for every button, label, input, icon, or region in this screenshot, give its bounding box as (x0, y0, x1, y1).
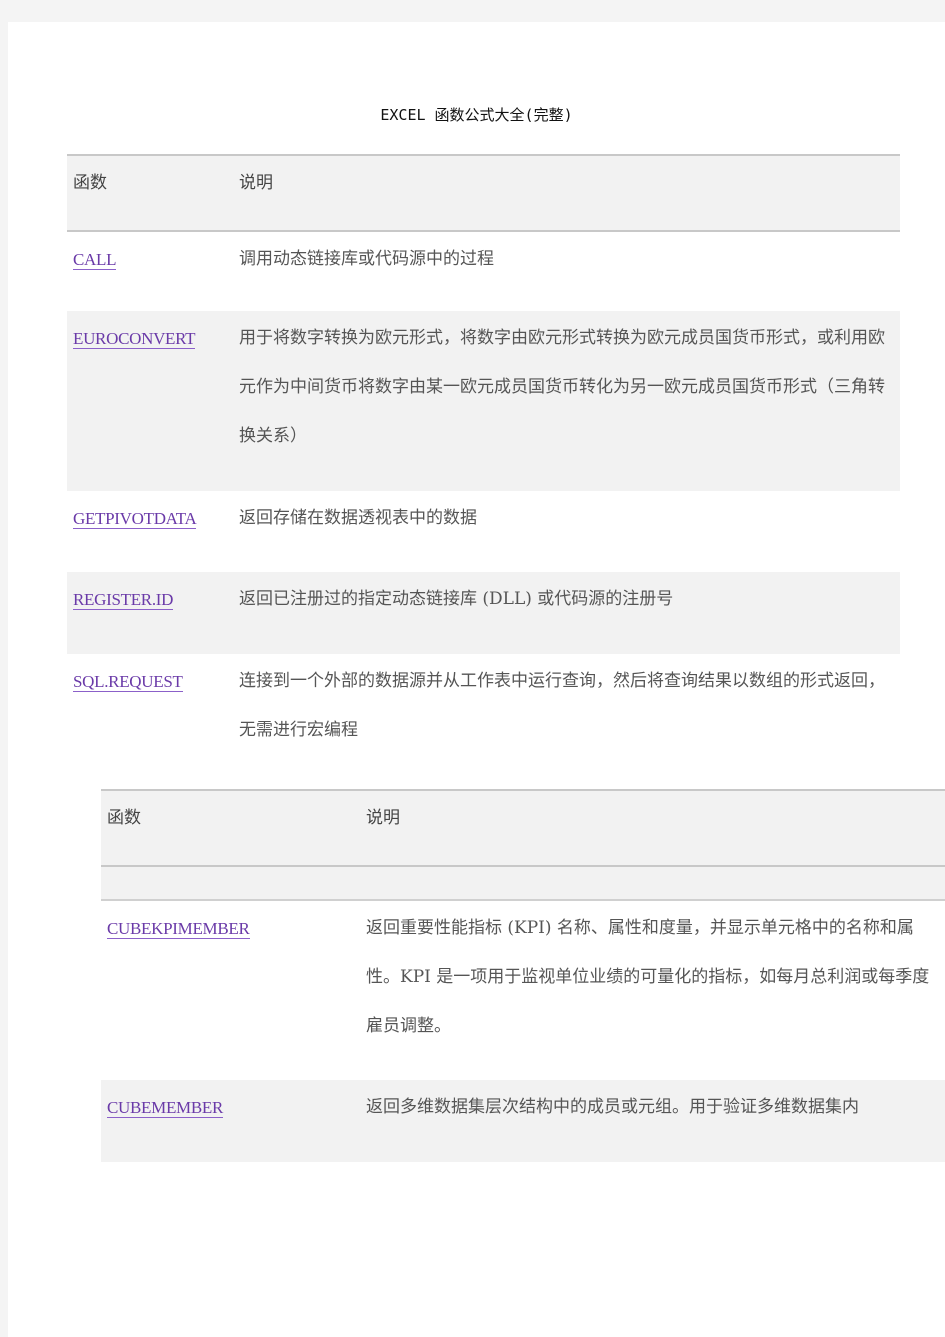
function-description: 用于将数字转换为欧元形式，将数字由欧元形式转换为欧元成员国货币形式，或利用欧元作… (239, 311, 900, 491)
functions-table-1: 函数 说明 CALL 调用动态链接库或代码源中的过程 EUROCONVERT 用… (67, 154, 900, 764)
table-header-row: 函数 说明 (101, 789, 945, 867)
function-link-euroconvert[interactable]: EUROCONVERT (73, 329, 196, 349)
function-description: 返回已注册过的指定动态链接库 (DLL) 或代码源的注册号 (239, 572, 900, 654)
empty-row (101, 866, 945, 901)
header-description: 说明 (239, 154, 900, 232)
table-row: SQL.REQUEST 连接到一个外部的数据源并从工作表中运行查询，然后将查询结… (67, 654, 900, 764)
functions-table-2: 函数 说明 CUBEKPIMEMBER 返回重要性能指标 (KPI) 名称、属性… (101, 789, 945, 1162)
function-description: 返回重要性能指标 (KPI) 名称、属性和度量，并显示单元格中的名称和属性。KP… (366, 918, 930, 1036)
table-row: CUBEMEMBER 返回多维数据集层次结构中的成员或元组。用于验证多维数据集内 (101, 1080, 945, 1162)
function-description: 连接到一个外部的数据源并从工作表中运行查询，然后将查询结果以数组的形式返回，无需… (239, 671, 885, 740)
function-link-getpivotdata[interactable]: GETPIVOTDATA (73, 509, 197, 529)
table-row: GETPIVOTDATA 返回存储在数据透视表中的数据 (67, 491, 900, 572)
table-row: REGISTER.ID 返回已注册过的指定动态链接库 (DLL) 或代码源的注册… (67, 572, 900, 654)
function-description: 返回存储在数据透视表中的数据 (239, 508, 477, 528)
function-link-cubemember[interactable]: CUBEMEMBER (107, 1098, 223, 1118)
header-description: 说明 (366, 789, 945, 867)
table-row: CALL 调用动态链接库或代码源中的过程 (67, 231, 900, 311)
function-link-call[interactable]: CALL (73, 250, 116, 270)
function-description: 调用动态链接库或代码源中的过程 (239, 249, 494, 269)
table-row: CUBEKPIMEMBER 返回重要性能指标 (KPI) 名称、属性和度量，并显… (101, 900, 945, 1080)
function-link-cubekpimember[interactable]: CUBEKPIMEMBER (107, 919, 250, 939)
table-row: EUROCONVERT 用于将数字转换为欧元形式，将数字由欧元形式转换为欧元成员… (67, 311, 900, 491)
document-page: EXCEL 函数公式大全(完整) 函数 说明 CALL 调用动态链接库或代码源中… (8, 22, 945, 1337)
header-function: 函数 (67, 154, 239, 232)
header-function: 函数 (101, 789, 366, 867)
table-header-row: 函数 说明 (67, 154, 900, 232)
document-title: EXCEL 函数公式大全(完整) (380, 106, 573, 124)
function-description: 返回多维数据集层次结构中的成员或元组。用于验证多维数据集内 (366, 1080, 945, 1162)
function-link-register-id[interactable]: REGISTER.ID (73, 590, 173, 610)
function-link-sql-request[interactable]: SQL.REQUEST (73, 672, 183, 692)
